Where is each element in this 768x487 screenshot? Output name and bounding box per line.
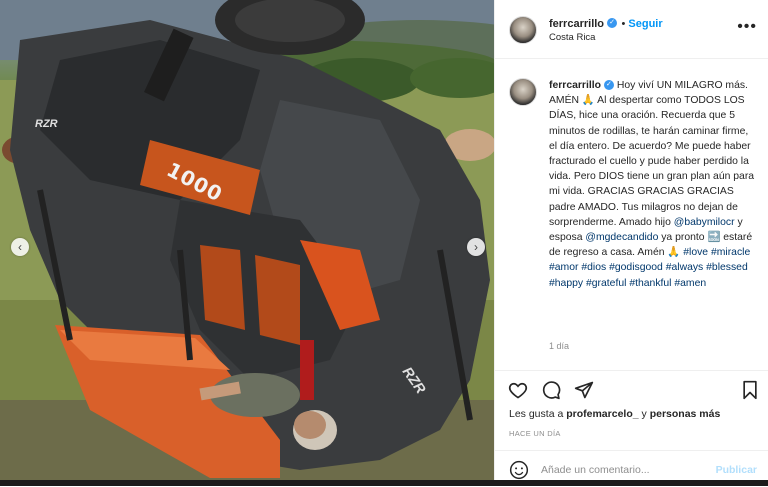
hashtag-link[interactable]: #grateful bbox=[586, 278, 626, 289]
comment-input[interactable]: Añade un comentario... bbox=[541, 464, 650, 476]
hashtag-link[interactable]: #thankful bbox=[629, 278, 671, 289]
like-button[interactable] bbox=[507, 379, 529, 401]
header-user-row: ferrcarrillo ✓ • Seguir bbox=[549, 14, 663, 32]
comment-button[interactable] bbox=[540, 379, 562, 401]
photo-scene bbox=[0, 0, 494, 480]
likes-prefix: Les gusta a bbox=[509, 408, 567, 420]
comment-bar: Añade un comentario... Publicar bbox=[495, 450, 768, 487]
emoji-icon bbox=[509, 460, 529, 480]
hashtag-link[interactable]: #godisgood bbox=[609, 262, 663, 273]
username-link[interactable]: ferrcarrillo bbox=[549, 18, 604, 30]
hashtag-link[interactable]: #happy bbox=[549, 278, 583, 289]
location-link[interactable]: Costa Rica bbox=[549, 32, 595, 43]
likes-and: y bbox=[638, 408, 650, 420]
hashtag-link[interactable]: #amor bbox=[549, 262, 578, 273]
instagram-post-modal: 1000 RZR RZR ‹ › ferrcarrillo ✓ • Seguir … bbox=[0, 0, 768, 486]
hashtag-link[interactable]: #blessed bbox=[706, 262, 748, 273]
comment-icon bbox=[542, 381, 561, 400]
verified-badge-icon: ✓ bbox=[607, 17, 618, 28]
mention-link[interactable]: @mgdecandido bbox=[585, 232, 658, 243]
hashtag-link[interactable]: #love bbox=[683, 247, 708, 258]
hashtag-link[interactable]: #miracle bbox=[711, 247, 750, 258]
emoji-button[interactable] bbox=[509, 460, 529, 480]
caption-username[interactable]: ferrcarrillo bbox=[549, 80, 601, 91]
post-caption: ferrcarrillo ✓ Hoy viví UN MILAGRO más. A… bbox=[549, 78, 757, 291]
share-icon bbox=[574, 381, 594, 399]
verified-badge-icon: ✓ bbox=[603, 80, 614, 91]
post-actions-bar bbox=[495, 370, 768, 407]
hashtag-link[interactable]: #always bbox=[666, 262, 704, 273]
share-button[interactable] bbox=[573, 379, 595, 401]
bookmark-icon bbox=[743, 380, 757, 400]
chevron-right-icon: › bbox=[474, 240, 478, 254]
avatar[interactable] bbox=[509, 16, 537, 44]
caption-text: Hoy viví UN MILAGRO más. AMÉN 🙏 Al despe… bbox=[549, 80, 755, 228]
post-details-panel: ferrcarrillo ✓ • Seguir Costa Rica ••• fe… bbox=[494, 0, 768, 480]
caption-timestamp[interactable]: 1 día bbox=[549, 341, 569, 351]
likes-summary: Les gusta a profemarcelo_ y personas más bbox=[509, 408, 720, 420]
chevron-left-icon: ‹ bbox=[18, 240, 22, 254]
publish-button[interactable]: Publicar bbox=[716, 464, 757, 476]
hashtag-link[interactable]: #amen bbox=[674, 278, 706, 289]
liked-by-user-link[interactable]: profemarcelo_ bbox=[566, 408, 638, 420]
more-options-icon[interactable]: ••• bbox=[737, 18, 757, 36]
heart-icon bbox=[508, 382, 528, 399]
post-header: ferrcarrillo ✓ • Seguir Costa Rica ••• bbox=[495, 0, 768, 59]
vehicle-brand-label: RZR bbox=[35, 118, 58, 130]
next-photo-button[interactable]: › bbox=[467, 238, 485, 256]
save-button[interactable] bbox=[739, 379, 761, 401]
previous-photo-button[interactable]: ‹ bbox=[11, 238, 29, 256]
likes-count-link[interactable]: personas más bbox=[650, 408, 721, 420]
hashtag-link[interactable]: #dios bbox=[581, 262, 606, 273]
post-timestamp: HACE UN DÍA bbox=[509, 429, 561, 438]
post-photo[interactable]: 1000 RZR RZR ‹ › bbox=[0, 0, 494, 480]
caption-avatar[interactable] bbox=[509, 78, 537, 106]
follow-button[interactable]: Seguir bbox=[628, 18, 662, 30]
mention-link[interactable]: @babymilocr bbox=[674, 217, 735, 228]
